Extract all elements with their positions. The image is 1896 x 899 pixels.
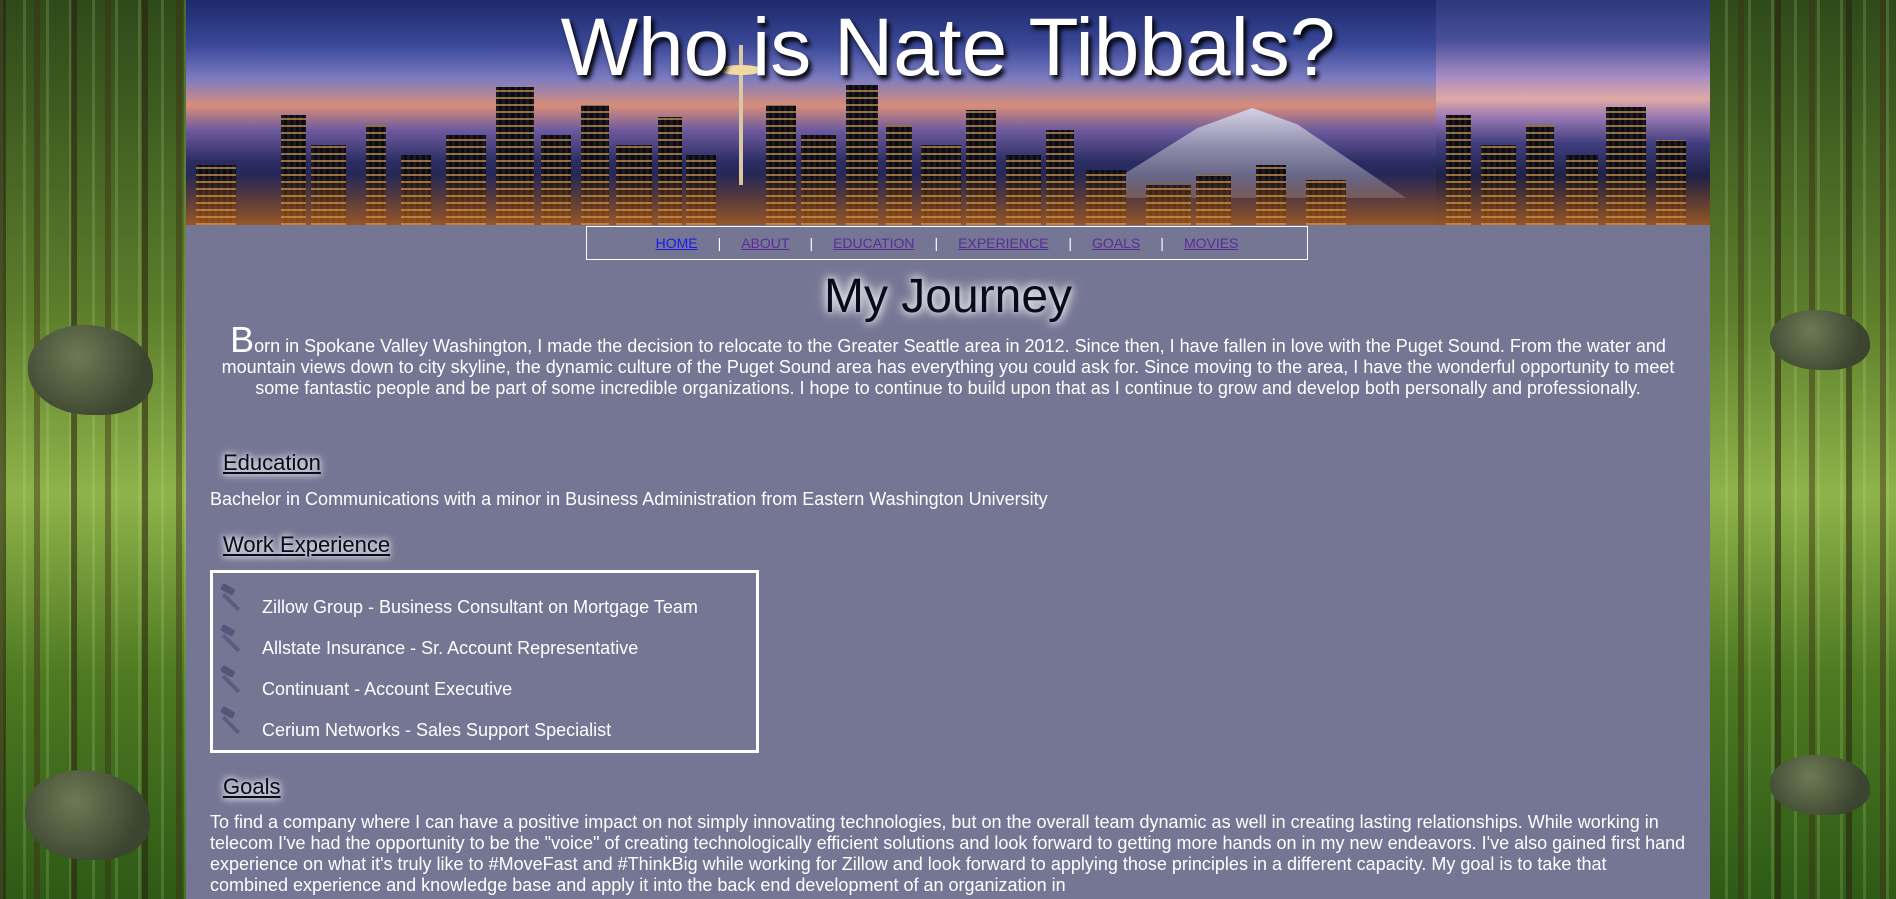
- goals-heading: Goals: [223, 774, 281, 799]
- nav-experience-link[interactable]: EXPERIENCE: [958, 235, 1048, 251]
- nav-education-link[interactable]: EDUCATION: [833, 235, 914, 251]
- work-item-label: Zillow Group - Business Consultant on Mo…: [262, 597, 698, 617]
- list-item: Continuant - Account Executive: [213, 665, 753, 703]
- forest-rock: [28, 325, 153, 415]
- nav-separator: |: [809, 235, 814, 251]
- intro-dropcap: B: [230, 319, 255, 360]
- education-text: Bachelor in Communications with a minor …: [210, 489, 1048, 509]
- forest-rock: [1770, 755, 1870, 815]
- nav-separator: |: [1068, 235, 1073, 251]
- hammer-icon: [220, 665, 241, 694]
- nav-separator: |: [1160, 235, 1164, 251]
- work-item-label: Cerium Networks - Sales Support Speciali…: [262, 720, 612, 740]
- work-experience-list: Zillow Group - Business Consultant on Mo…: [210, 570, 759, 753]
- intro-text: orn in Spokane Valley Washington, I made…: [221, 336, 1675, 398]
- nav-about-link[interactable]: ABOUT: [741, 235, 789, 251]
- nav-goals-link[interactable]: GOALS: [1092, 235, 1140, 251]
- hammer-icon: [220, 583, 241, 612]
- goals-text: To find a company where I can have a pos…: [210, 812, 1686, 895]
- work-experience-heading: Work Experience: [223, 532, 391, 557]
- nav-separator: |: [717, 235, 722, 251]
- work-item-label: Continuant - Account Executive: [262, 679, 513, 699]
- nav-separator: |: [934, 235, 939, 251]
- nav-home-link[interactable]: HOME: [656, 235, 698, 251]
- list-item: Allstate Insurance - Sr. Account Represe…: [213, 624, 753, 662]
- page-content: Who is Nate Tibbals? HOME | ABOUT | EDUC…: [186, 0, 1710, 899]
- header-banner: Who is Nate Tibbals?: [186, 0, 1710, 225]
- list-item: Cerium Networks - Sales Support Speciali…: [213, 706, 753, 744]
- site-title: Who is Nate Tibbals?: [560, 2, 1336, 93]
- list-item: Zillow Group - Business Consultant on Mo…: [213, 583, 753, 621]
- education-heading: Education: [223, 450, 321, 475]
- nav-movies-link[interactable]: MOVIES: [1184, 235, 1238, 251]
- page-heading: My Journey: [823, 270, 1073, 323]
- forest-rock: [1770, 310, 1870, 370]
- main-nav: HOME | ABOUT | EDUCATION | EXPERIENCE | …: [586, 226, 1308, 260]
- forest-rock: [25, 770, 150, 860]
- intro-paragraph: Born in Spokane Valley Washington, I mad…: [210, 322, 1686, 399]
- work-item-label: Allstate Insurance - Sr. Account Represe…: [262, 638, 639, 658]
- hammer-icon: [220, 706, 241, 735]
- hammer-icon: [220, 624, 241, 653]
